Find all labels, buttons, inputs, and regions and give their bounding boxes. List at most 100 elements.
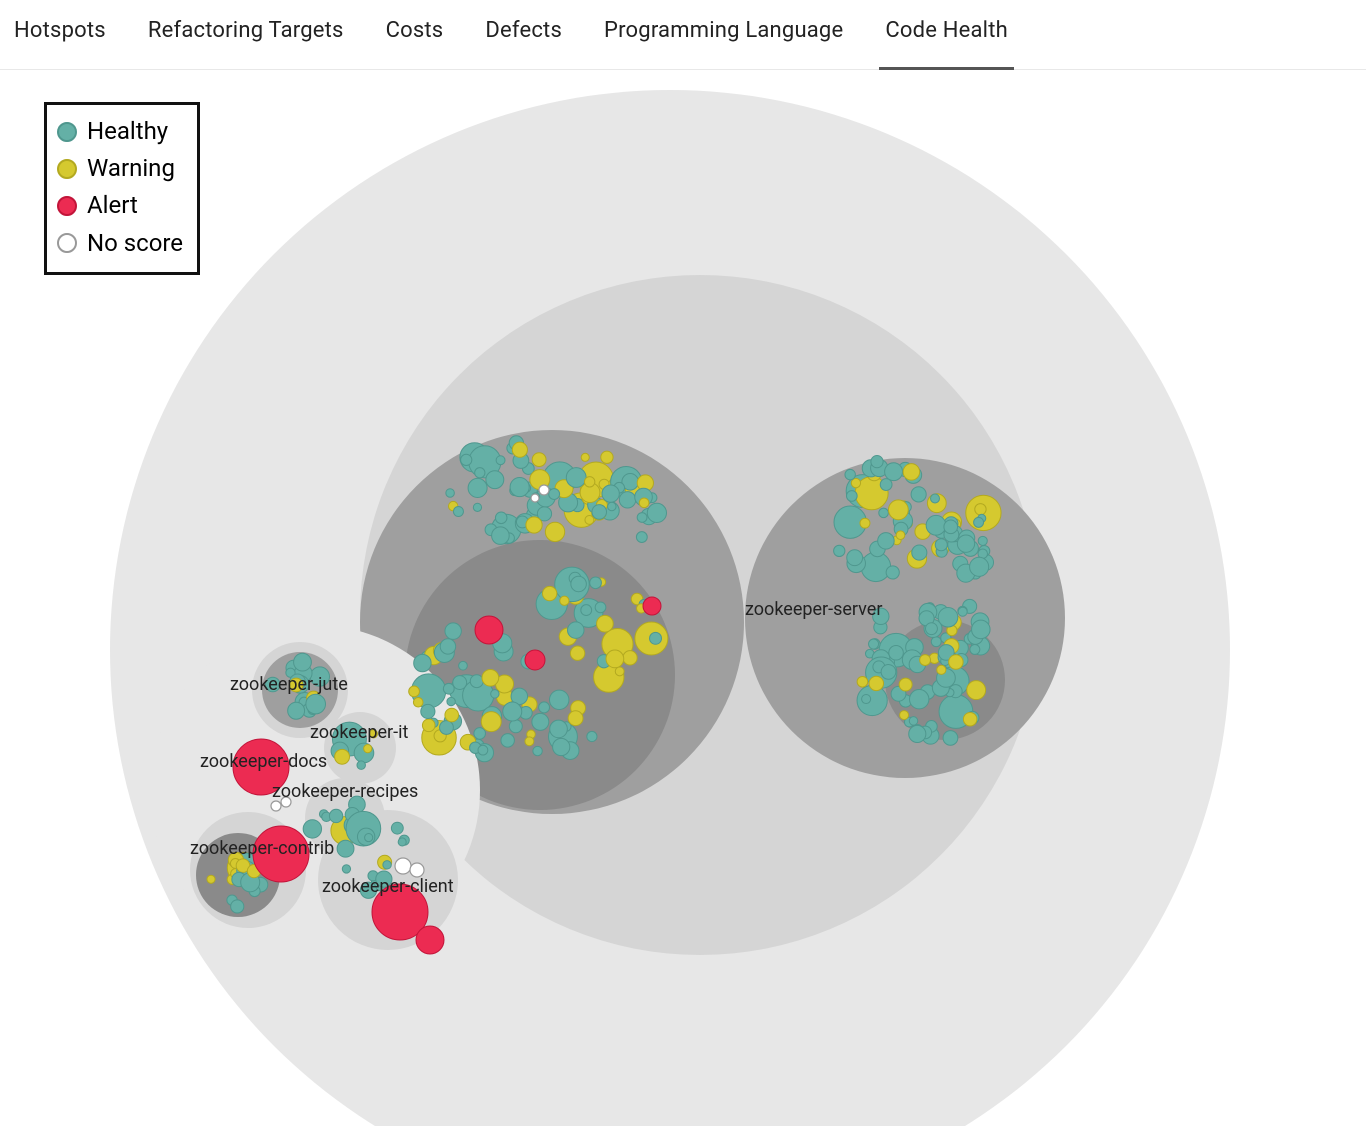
file-circle-warning[interactable] — [581, 453, 589, 461]
tab-costs[interactable]: Costs — [386, 18, 444, 55]
file-circle-healthy[interactable] — [587, 731, 597, 741]
file-circle-alert[interactable] — [233, 739, 289, 795]
file-circle-noscore[interactable] — [539, 485, 549, 495]
file-circle-warning[interactable] — [568, 711, 583, 726]
circle-packing-chart[interactable]: zookeeper-serverzookeeper-jutezookeeper-… — [0, 70, 1366, 1126]
tab-codehealth[interactable]: Code Health — [885, 18, 1008, 55]
file-circle-healthy[interactable] — [365, 833, 373, 841]
file-circle-healthy[interactable] — [360, 882, 376, 898]
file-circle-healthy[interactable] — [414, 654, 431, 671]
file-circle-warning[interactable] — [445, 708, 459, 722]
file-circle-noscore[interactable] — [531, 494, 539, 502]
file-circle-warning[interactable] — [639, 498, 649, 508]
file-circle-alert[interactable] — [253, 826, 309, 882]
file-circle-warning[interactable] — [512, 442, 527, 457]
file-circle-healthy[interactable] — [553, 738, 570, 755]
file-circle-warning[interactable] — [409, 686, 420, 697]
file-circle-healthy[interactable] — [595, 602, 606, 613]
file-circle-healthy[interactable] — [549, 489, 560, 500]
file-circle-healthy[interactable] — [491, 690, 499, 698]
file-circle-healthy[interactable] — [590, 577, 602, 589]
file-circle-warning[interactable] — [899, 678, 912, 691]
file-circle-healthy[interactable] — [886, 566, 899, 579]
file-circle-healthy[interactable] — [978, 536, 987, 545]
file-circle-warning[interactable] — [869, 676, 883, 690]
file-circle-healthy[interactable] — [881, 665, 896, 680]
file-circle-healthy[interactable] — [938, 607, 958, 627]
file-circle-healthy[interactable] — [571, 576, 587, 592]
file-circle-healthy[interactable] — [509, 720, 522, 733]
file-circle-healthy[interactable] — [461, 454, 472, 465]
file-circle-healthy[interactable] — [288, 702, 305, 719]
file-circle-healthy[interactable] — [619, 492, 635, 508]
file-circle-healthy[interactable] — [935, 539, 947, 551]
file-circle-healthy[interactable] — [636, 532, 647, 543]
file-circle-healthy[interactable] — [303, 820, 321, 838]
file-circle-alert[interactable] — [416, 926, 444, 954]
file-circle-healthy[interactable] — [486, 471, 504, 489]
tab-refactoring[interactable]: Refactoring Targets — [148, 18, 344, 55]
file-circle-healthy[interactable] — [510, 478, 529, 497]
file-circle-healthy[interactable] — [474, 728, 486, 740]
file-circle-warning[interactable] — [597, 615, 614, 632]
file-circle-healthy[interactable] — [501, 734, 514, 747]
file-circle-healthy[interactable] — [909, 725, 926, 742]
file-circle-healthy[interactable] — [539, 702, 550, 713]
file-circle-healthy[interactable] — [873, 608, 889, 624]
file-circle-warning[interactable] — [525, 737, 534, 746]
file-circle-healthy[interactable] — [862, 694, 871, 703]
file-circle-warning[interactable] — [949, 655, 963, 669]
file-circle-healthy[interactable] — [357, 761, 366, 770]
file-circle-healthy[interactable] — [265, 677, 280, 692]
file-circle-warning[interactable] — [335, 749, 350, 764]
file-circle-healthy[interactable] — [495, 512, 507, 524]
file-circle-healthy[interactable] — [847, 550, 863, 566]
file-circle-healthy[interactable] — [496, 456, 505, 465]
file-circle-warning[interactable] — [851, 478, 860, 487]
file-circle-healthy[interactable] — [592, 505, 607, 520]
file-circle-healthy[interactable] — [503, 702, 522, 721]
file-circle-warning[interactable] — [623, 651, 637, 665]
file-circle-healthy[interactable] — [912, 545, 927, 560]
file-circle-healthy[interactable] — [957, 535, 974, 552]
file-circle-healthy[interactable] — [879, 508, 889, 518]
file-circle-warning[interactable] — [413, 697, 423, 707]
file-circle-warning[interactable] — [207, 875, 215, 883]
file-circle-healthy[interactable] — [650, 632, 662, 644]
file-circle-healthy[interactable] — [376, 871, 392, 887]
file-circle-healthy[interactable] — [889, 645, 904, 660]
file-circle-healthy[interactable] — [931, 637, 941, 647]
file-circle-healthy[interactable] — [911, 487, 926, 502]
file-circle-healthy[interactable] — [970, 557, 989, 576]
file-circle-alert[interactable] — [475, 616, 503, 644]
file-circle-warning[interactable] — [937, 665, 946, 674]
file-circle-healthy[interactable] — [871, 456, 883, 468]
file-circle-healthy[interactable] — [533, 746, 542, 755]
file-circle-healthy[interactable] — [421, 704, 435, 718]
file-circle-healthy[interactable] — [970, 645, 980, 655]
file-circle-warning[interactable] — [606, 650, 624, 668]
file-circle-healthy[interactable] — [549, 690, 568, 709]
file-circle-warning[interactable] — [482, 669, 499, 686]
file-circle-healthy[interactable] — [446, 489, 455, 498]
file-circle-healthy[interactable] — [532, 713, 549, 730]
file-circle-warning[interactable] — [422, 719, 435, 732]
file-circle-healthy[interactable] — [958, 607, 967, 616]
file-circle-healthy[interactable] — [443, 683, 454, 694]
file-circle-healthy[interactable] — [943, 731, 958, 746]
file-circle-healthy[interactable] — [637, 513, 647, 523]
file-circle-warning[interactable] — [967, 681, 986, 700]
file-circle-healthy[interactable] — [445, 623, 461, 639]
file-circle-healthy[interactable] — [473, 503, 481, 511]
file-circle-healthy[interactable] — [974, 517, 984, 527]
file-circle-alert[interactable] — [525, 650, 545, 670]
file-circle-healthy[interactable] — [475, 468, 485, 478]
file-circle-healthy[interactable] — [440, 639, 455, 654]
file-circle-warning[interactable] — [526, 517, 542, 533]
file-circle-healthy[interactable] — [845, 469, 855, 479]
file-circle-warning[interactable] — [545, 522, 564, 541]
file-circle-warning[interactable] — [963, 712, 977, 726]
file-circle-healthy[interactable] — [231, 900, 244, 913]
file-circle-noscore[interactable] — [281, 797, 291, 807]
file-circle-warning[interactable] — [857, 676, 868, 687]
